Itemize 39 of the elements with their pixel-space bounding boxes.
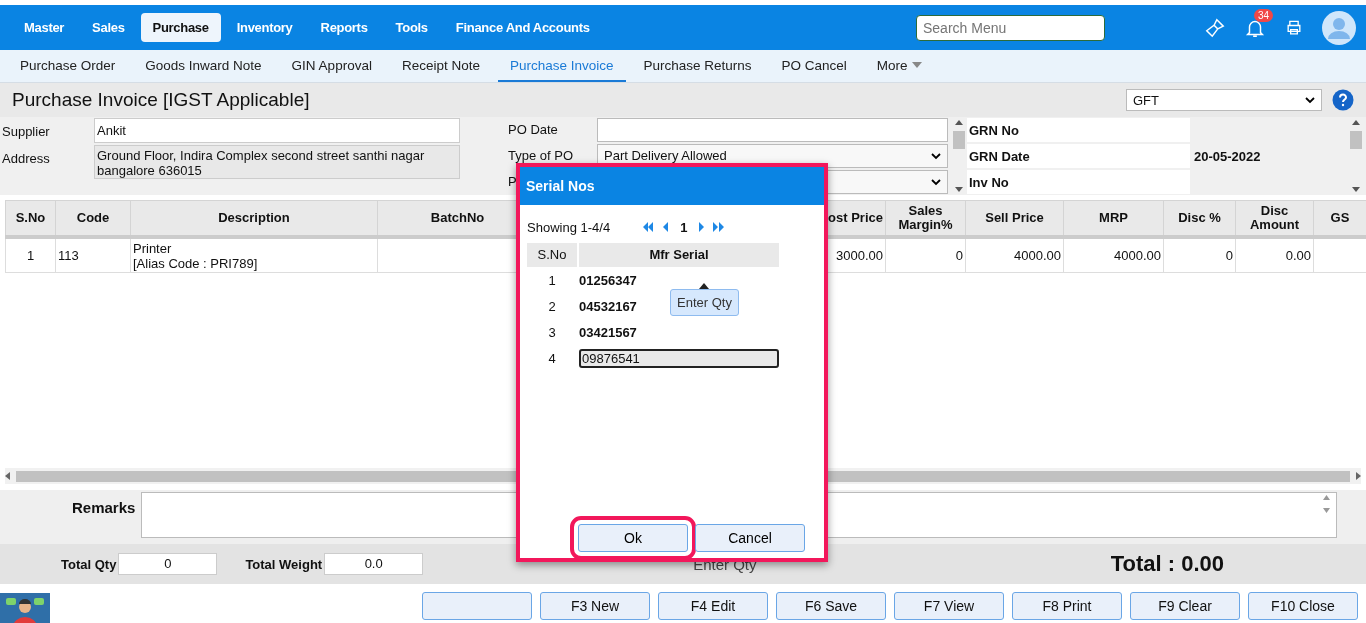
total-weight-label: Total Weight: [245, 556, 323, 572]
alias-code: [Alias Code : PRI789]: [133, 255, 258, 271]
remarks-label: Remarks: [71, 498, 137, 516]
notification-count: 34: [1254, 8, 1274, 22]
table-cell: 0: [885, 237, 966, 273]
dialog-title: Serial Nos: [526, 178, 595, 194]
grand-total: Total : 0.00: [1110, 551, 1224, 577]
field-label: Supplier: [1, 123, 51, 139]
table-cell: 0.00: [1235, 237, 1314, 273]
table-cell: 4000.00: [965, 237, 1064, 273]
page-number: 1: [680, 219, 688, 235]
table-cell: 1: [5, 237, 56, 273]
row-number: 1: [547, 272, 557, 288]
total-weight-value: 0.0: [324, 553, 424, 575]
row-number: 3: [547, 324, 557, 340]
address-field: Ground Floor, Indira Complex second street santhi nagar bangalore 636015: [94, 145, 460, 179]
item-description: Printer: [133, 240, 172, 256]
row-number: 4: [547, 350, 557, 366]
serial-number: 03421567: [579, 324, 637, 340]
field-label: Address: [1, 150, 51, 166]
tooltip: Enter Qty: [670, 283, 739, 316]
field-label: P: [508, 174, 517, 189]
column-header: Mfr Serial: [579, 243, 779, 267]
field-label: PO Date: [508, 121, 559, 137]
total-qty-value: 0: [118, 553, 218, 575]
field-label: Type of PO: [508, 147, 575, 163]
field-label: GRN No: [967, 118, 1190, 142]
serial-number: 04532167: [579, 298, 637, 314]
field-label: Inv No: [967, 170, 1190, 194]
table-cell: 0: [1163, 237, 1236, 273]
column-header: S.No: [527, 243, 577, 267]
table-cell: 4000.00: [1063, 237, 1164, 273]
grn-date-value: 20-05-2022: [1193, 148, 1261, 164]
serial-number: 01256347: [579, 272, 637, 288]
field-label: GRN Date: [967, 144, 1190, 168]
row-number: 2: [547, 298, 557, 314]
page-title: Purchase Invoice [IGST Applicable]: [12, 89, 311, 111]
total-qty-label: Total Qty: [61, 556, 117, 572]
table-cell: 113: [55, 237, 131, 273]
